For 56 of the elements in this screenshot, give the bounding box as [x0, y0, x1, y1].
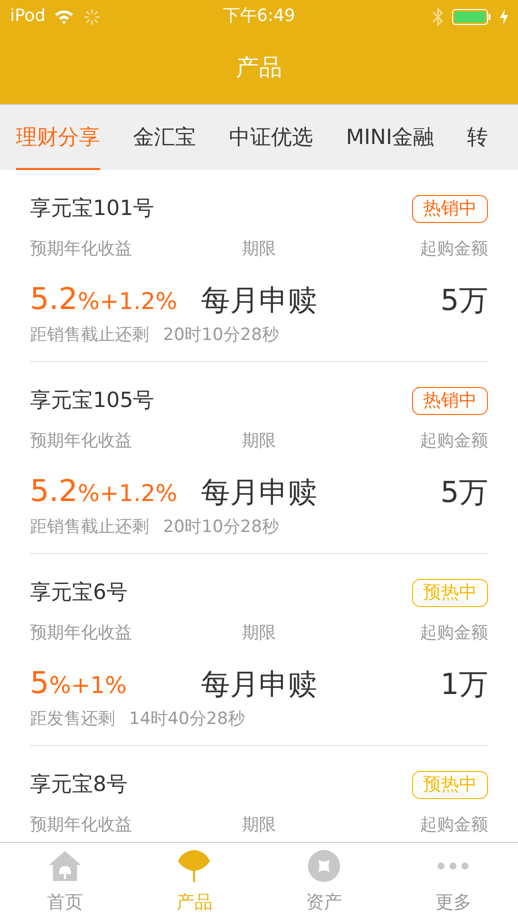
clock-time: 下午6:49 — [222, 4, 296, 28]
field-label: 期限 — [240, 430, 277, 452]
charging-bolt-icon — [500, 8, 508, 24]
more-icon — [436, 861, 470, 871]
field-label: 预期年化收益 — [30, 430, 133, 452]
term-value: 每月申赎 — [200, 666, 318, 702]
status-tag: 热销中 — [412, 195, 488, 223]
field-label: 起购金额 — [419, 814, 488, 836]
field-label: 起购金额 — [419, 238, 488, 260]
home-icon — [48, 850, 82, 882]
field-label: 起购金额 — [419, 430, 488, 452]
status-tag: 热销中 — [412, 387, 488, 415]
field-label: 期限 — [240, 622, 277, 644]
page-title: 产品 — [236, 54, 282, 84]
term-value: 每月申赎 — [200, 282, 318, 318]
carrier: iPod — [10, 4, 46, 28]
product-name: 享元宝8号 — [30, 771, 128, 798]
battery-icon — [452, 8, 492, 24]
ginkgo-leaf-icon — [177, 849, 212, 883]
category-tab[interactable]: 中证优选 — [229, 105, 313, 170]
field-label: 期限 — [240, 238, 277, 260]
countdown-label: 距发售还剩 — [30, 708, 115, 731]
annual-rate: 5.2%+1.2% — [30, 473, 178, 511]
product-name: 享元宝101号 — [30, 195, 154, 222]
tab-bar-item[interactable]: 更多 — [388, 843, 518, 920]
min-amount: 5万 — [440, 282, 488, 318]
min-amount: 5万 — [440, 474, 488, 510]
field-label: 起购金额 — [419, 622, 488, 644]
annual-rate: 5%+1% — [30, 665, 128, 703]
category-tab[interactable]: 理财分享 — [16, 105, 100, 170]
product-name: 享元宝105号 — [30, 387, 154, 414]
status-tag: 预热中 — [412, 771, 488, 799]
countdown-label: 距销售截止还剩 — [30, 516, 149, 539]
field-label: 期限 — [240, 814, 277, 836]
tab-bar-item[interactable]: 首页 — [0, 843, 130, 920]
category-tab[interactable]: 金汇宝 — [133, 105, 196, 170]
coin-icon — [306, 849, 341, 883]
tab-bar-item[interactable]: 资产 — [259, 843, 388, 920]
min-amount: 1万 — [440, 666, 488, 702]
wifi-icon — [54, 9, 74, 24]
countdown-time: 14时40分28秒 — [129, 708, 245, 731]
status-tag: 预热中 — [412, 579, 488, 607]
field-label: 预期年化收益 — [30, 238, 133, 260]
countdown-time: 20时10分28秒 — [163, 516, 279, 539]
countdown-label: 距销售截止还剩 — [30, 324, 149, 347]
field-label: 预期年化收益 — [30, 622, 133, 644]
bluetooth-icon — [432, 6, 444, 26]
category-tab[interactable]: MINI金融 — [346, 105, 434, 170]
annual-rate: 5.2%+1.2% — [30, 281, 178, 319]
product-name: 享元宝6号 — [30, 579, 128, 606]
term-value: 每月申赎 — [200, 474, 318, 510]
field-label: 预期年化收益 — [30, 814, 133, 836]
loading-spinner-icon — [84, 8, 100, 24]
category-tab[interactable]: 转 — [467, 105, 488, 170]
tab-bar-item[interactable]: 产品 — [130, 843, 259, 920]
countdown-time: 20时10分28秒 — [163, 324, 279, 347]
